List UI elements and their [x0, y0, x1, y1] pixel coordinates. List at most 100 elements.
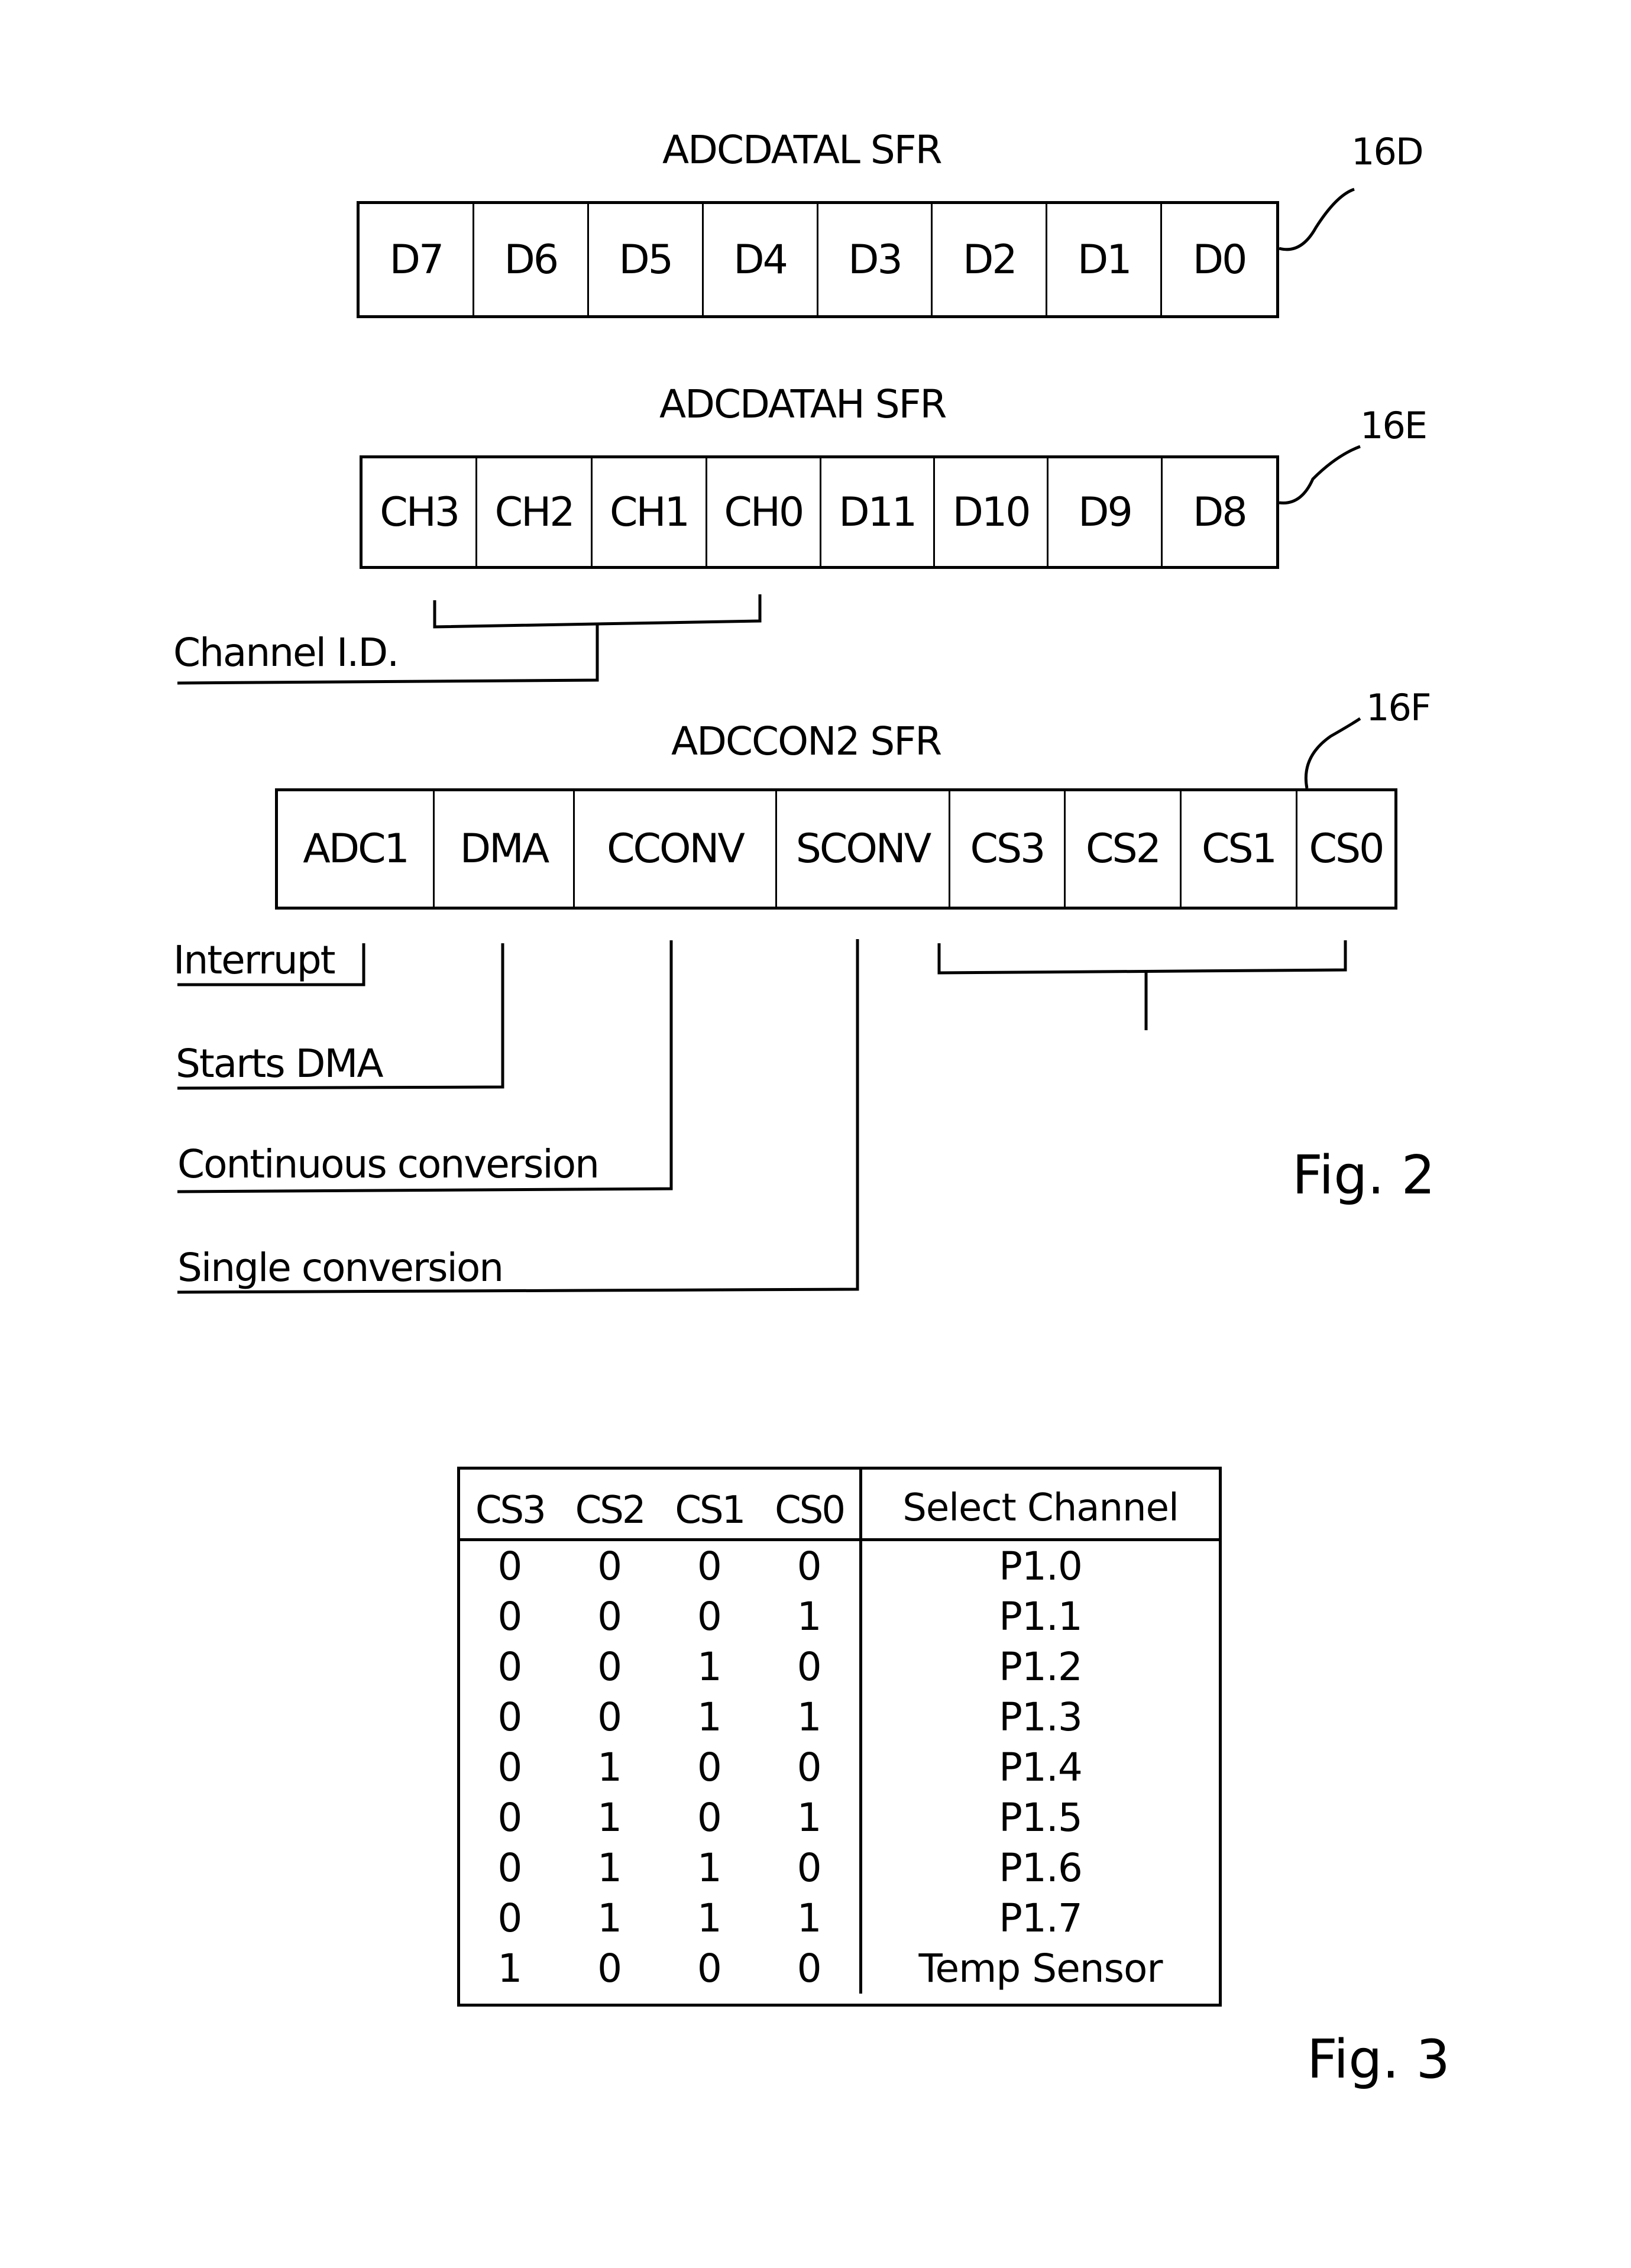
ref-16f-leader — [1304, 717, 1361, 789]
register-bit: D5 — [589, 204, 704, 315]
fig-2-label: Fig. 2 — [1292, 1144, 1435, 1206]
bit-cell: 0 — [597, 1644, 623, 1690]
bit-cell: 0 — [797, 1946, 822, 1991]
table-row: 0 0 1 1 P1.3 — [460, 1692, 1219, 1742]
bit-cell: 0 — [697, 1544, 722, 1589]
table-row: 0 1 1 1 P1.7 — [460, 1893, 1219, 1943]
bit-cell: 0 — [797, 1544, 822, 1589]
bit-cell: 0 — [597, 1694, 623, 1740]
bit-cell: 0 — [497, 1644, 523, 1690]
bit-cell: 1 — [597, 1895, 623, 1941]
register-bit: CS0 — [1309, 826, 1385, 872]
table-row: 0 1 1 0 P1.6 — [460, 1843, 1219, 1893]
channel-id-label: Channel I.D. — [173, 630, 399, 675]
bit-cell: 0 — [797, 1845, 822, 1891]
ref-16d-leader — [1279, 187, 1355, 251]
register-bit: D8 — [1193, 488, 1248, 536]
channel-cell: P1.5 — [999, 1795, 1083, 1840]
adcdatah-ref-label: 16E — [1360, 404, 1428, 447]
single-conversion-label: Single conversion — [177, 1245, 504, 1290]
table-row: 0 0 0 1 P1.1 — [460, 1591, 1219, 1642]
register-bit: D3 — [818, 204, 933, 315]
register-bit: D10 — [935, 458, 1049, 566]
bit-cell: 0 — [497, 1544, 523, 1589]
channel-cell: P1.0 — [999, 1544, 1083, 1589]
bit-cell: 0 — [797, 1745, 822, 1790]
adccon2-ref-label: 16F — [1366, 686, 1432, 729]
bit-cell: 1 — [597, 1795, 623, 1840]
channel-cell: P1.3 — [999, 1694, 1083, 1740]
channel-cell: P1.7 — [999, 1895, 1083, 1941]
bit-cell: 0 — [497, 1845, 523, 1891]
table-row: 0 0 1 0 P1.2 — [460, 1642, 1219, 1692]
header-cs0: CS0 — [775, 1489, 846, 1532]
bit-cell: 1 — [497, 1946, 523, 1991]
register-bit: CS3 — [950, 791, 1066, 907]
channel-select-table: CS3 CS2 CS1 CS0 Select Channel 0 0 0 0 P1.0 0… — [457, 1467, 1222, 2007]
register-bit: CCONV — [575, 791, 777, 907]
header-cs2: CS2 — [575, 1489, 646, 1532]
bit-cell: 0 — [597, 1594, 623, 1639]
channel-id-bracket — [433, 594, 762, 629]
table-row: 0 1 0 1 P1.5 — [460, 1793, 1219, 1843]
table-row: 0 0 0 0 P1.0 — [460, 1541, 1219, 1591]
adcdatal-register: D7 D6 D5 D4 D3 D2 D1 D0 — [357, 201, 1279, 318]
header-cs3: CS3 — [475, 1489, 546, 1532]
bit-cell: 1 — [597, 1845, 623, 1891]
bit-cell: 0 — [697, 1946, 722, 1991]
bit-cell: 0 — [697, 1745, 722, 1790]
bit-cell: 0 — [497, 1795, 523, 1840]
register-bit: CH1 — [593, 458, 708, 566]
register-bit: D7 — [360, 204, 474, 315]
bit-cell: 1 — [697, 1694, 722, 1740]
register-bit: D0 — [1192, 236, 1248, 283]
channel-cell: P1.4 — [999, 1745, 1083, 1790]
register-bit: CH2 — [477, 458, 593, 566]
bit-cell: 1 — [797, 1795, 822, 1840]
table-row: 0 1 0 0 P1.4 — [460, 1742, 1219, 1793]
channel-cell: P1.1 — [999, 1594, 1083, 1639]
channel-select-bracket — [937, 940, 1347, 975]
fig-3-label: Fig. 3 — [1307, 2028, 1450, 2091]
continuous-conversion-label: Continuous conversion — [177, 1141, 600, 1187]
adcdatal-ref-label: 16D — [1351, 130, 1424, 173]
starts-dma-label: Starts DMA — [176, 1041, 384, 1086]
adccon2-register: ADC1 DMA CCONV SCONV CS3 CS2 CS1 CS0 — [275, 788, 1397, 910]
table-row: 1 0 0 0 Temp Sensor — [460, 1943, 1219, 1994]
register-bit: ADC1 — [278, 791, 435, 907]
bit-cell: 0 — [497, 1594, 523, 1639]
register-bit: D11 — [821, 458, 935, 566]
adcdatal-title: ADCDATAL SFR — [662, 127, 943, 173]
bit-cell: 1 — [797, 1895, 822, 1941]
bit-cell: 0 — [697, 1795, 722, 1840]
bit-cell: 1 — [797, 1694, 822, 1740]
bit-cell: 0 — [597, 1946, 623, 1991]
header-cs1: CS1 — [675, 1489, 746, 1532]
channel-cell: P1.2 — [999, 1644, 1083, 1690]
channel-cell: P1.6 — [999, 1845, 1083, 1891]
adcdatah-register: CH3 CH2 CH1 CH0 D11 D10 D9 D8 — [360, 455, 1279, 569]
register-bit: D1 — [1047, 204, 1163, 315]
single-conversion-leader — [177, 939, 859, 1294]
adcdatah-title: ADCDATAH SFR — [659, 381, 947, 427]
register-bit: D4 — [704, 204, 818, 315]
bit-cell: 1 — [697, 1895, 722, 1941]
bit-cell: 0 — [497, 1694, 523, 1740]
header-select-channel: Select Channel — [902, 1486, 1179, 1530]
bit-cell: 1 — [597, 1745, 623, 1790]
register-bit: CH0 — [707, 458, 821, 566]
channel-cell: Temp Sensor — [918, 1946, 1163, 1991]
ref-16e-leader — [1279, 445, 1361, 504]
register-bit: SCONV — [777, 791, 950, 907]
bit-cell: 1 — [697, 1644, 722, 1690]
register-bit: DMA — [435, 791, 575, 907]
bit-cell: 0 — [497, 1895, 523, 1941]
register-bit: CS1 — [1182, 791, 1297, 907]
bit-cell: 0 — [697, 1594, 722, 1639]
table-body: 0 0 0 0 P1.0 0 0 0 1 P1.1 0 0 1 0 P1.2 0 0 1 1 P1.3 0 1 0 0 P1.4… — [460, 1541, 1219, 1994]
bit-cell: 1 — [697, 1845, 722, 1891]
register-bit: D2 — [933, 204, 1048, 315]
register-bit: CH3 — [363, 458, 478, 566]
table-header: CS3 CS2 CS1 CS0 Select Channel — [460, 1470, 1219, 1541]
bit-cell: 1 — [797, 1594, 822, 1639]
